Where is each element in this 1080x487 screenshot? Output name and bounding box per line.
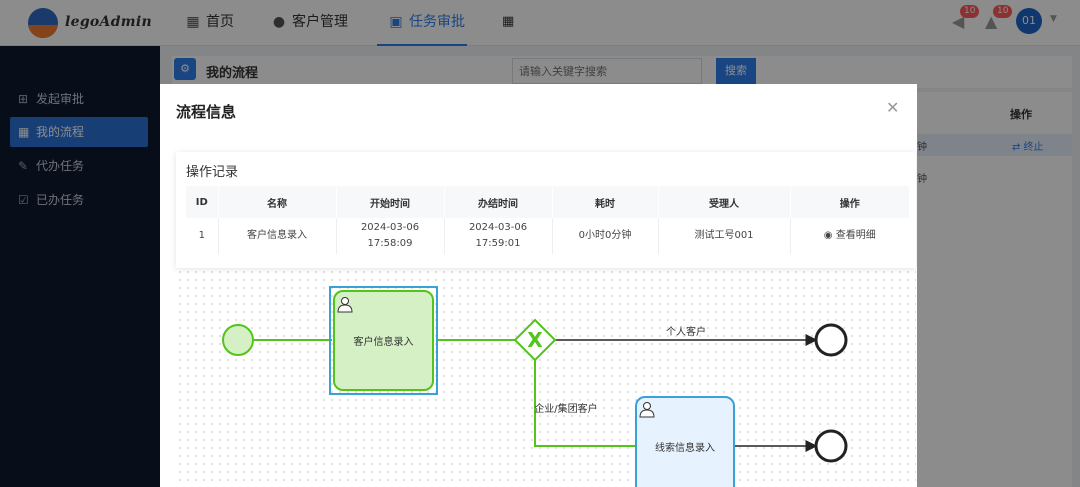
modal-title: 流程信息 bbox=[176, 103, 237, 121]
cell-start-time: 2024-03-06 17:58:09 bbox=[336, 218, 445, 254]
end-event-2[interactable] bbox=[814, 429, 848, 463]
table-header-row: ID 名称 开始时间 办结时间 耗时 受理人 操作 bbox=[186, 186, 909, 218]
task-lead-entry-label: 线索信息录入 bbox=[655, 443, 715, 454]
col-start-time: 开始时间 bbox=[336, 186, 445, 218]
flow-enterprise-label: 企业/集团客户 bbox=[534, 404, 598, 415]
bpmn-canvas: X 客户信息录入 线索信息录入 个人客户 企业/集团客户 bbox=[176, 268, 916, 487]
operation-record-card: 操作记录 ID 名称 开始时间 办结时间 耗时 受理人 操作 1 客户信息录入 … bbox=[176, 152, 916, 268]
record-title: 操作记录 bbox=[186, 165, 239, 180]
cell-duration: 0小时0分钟 bbox=[552, 218, 659, 254]
task-customer-entry-label: 客户信息录入 bbox=[353, 337, 414, 348]
cell-end-time: 2024-03-06 17:59:01 bbox=[444, 218, 553, 254]
table-row: 1 客户信息录入 2024-03-06 17:58:09 2024-03-06 … bbox=[186, 218, 909, 254]
start-event[interactable] bbox=[222, 324, 254, 356]
process-info-modal: 流程信息 ✕ 操作记录 ID 名称 开始时间 办结时间 耗时 受理人 操作 1 … bbox=[160, 84, 917, 487]
col-action: 操作 bbox=[790, 186, 909, 218]
col-name: 名称 bbox=[218, 186, 337, 218]
col-id: ID bbox=[186, 186, 219, 218]
col-duration: 耗时 bbox=[552, 186, 659, 218]
flow-personal-label: 个人客户 bbox=[666, 327, 706, 338]
cell-name: 客户信息录入 bbox=[218, 218, 337, 254]
col-assignee: 受理人 bbox=[658, 186, 791, 218]
close-icon[interactable]: ✕ bbox=[886, 98, 899, 117]
record-table: ID 名称 开始时间 办结时间 耗时 受理人 操作 1 客户信息录入 2024-… bbox=[186, 186, 909, 254]
end-event-1[interactable] bbox=[814, 323, 848, 357]
gateway-x-icon: X bbox=[527, 328, 543, 352]
col-end-time: 办结时间 bbox=[444, 186, 553, 218]
cell-assignee: 测试工号001 bbox=[658, 218, 791, 254]
view-detail-link[interactable]: ◉ 查看明细 bbox=[790, 218, 909, 254]
cell-id: 1 bbox=[186, 218, 219, 254]
bpmn-diagram bbox=[222, 286, 848, 487]
